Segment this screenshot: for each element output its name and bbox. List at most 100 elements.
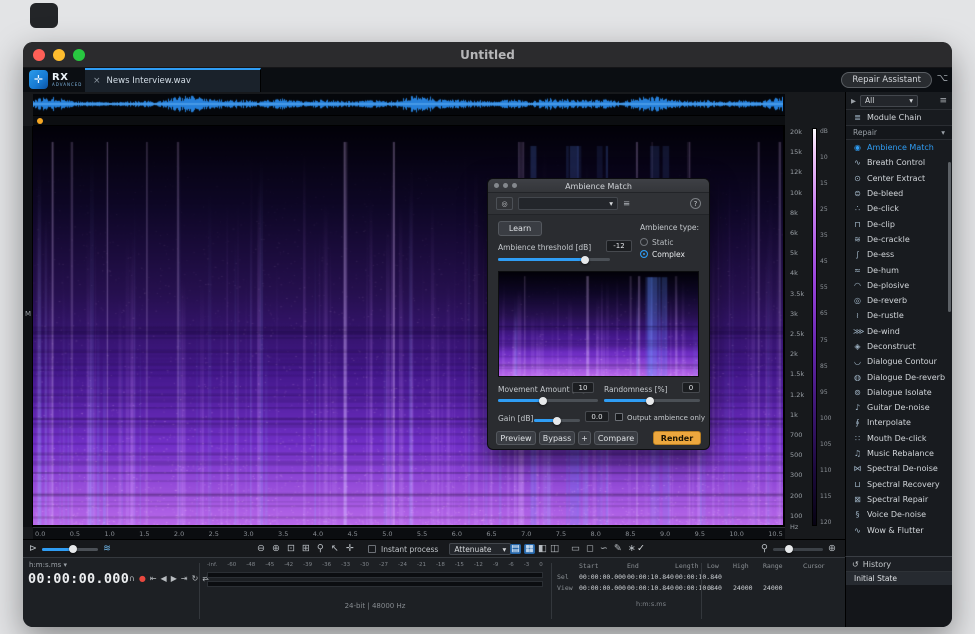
speaker-icon[interactable]: ⊳ <box>29 544 37 554</box>
horizontal-zoom-slider[interactable] <box>773 548 823 551</box>
ambience-type-radio[interactable]: Static <box>640 236 685 248</box>
brush-tool[interactable]: ✎ <box>614 544 622 554</box>
module-item[interactable]: ◍ Dialogue De-reverb <box>846 369 952 384</box>
volume-slider[interactable] <box>42 548 98 551</box>
module-item[interactable]: ♫ Music Rebalance <box>846 446 952 461</box>
gain-slider[interactable] <box>534 419 580 422</box>
randomness-slider-knob[interactable] <box>646 397 654 405</box>
bypass-button[interactable]: Bypass <box>539 431 575 445</box>
radio-icon[interactable] <box>640 250 648 258</box>
marker-bar[interactable] <box>33 116 785 126</box>
hand-tool[interactable]: ✛ <box>346 544 354 554</box>
module-item[interactable]: ⊔ Spectral Recovery <box>846 477 952 492</box>
gain-slider-knob[interactable] <box>553 417 561 425</box>
radio-label[interactable]: Static <box>652 238 673 247</box>
monitor-icon[interactable]: ∩ <box>129 574 135 583</box>
multi-view-toggle[interactable]: ◫ <box>550 544 559 554</box>
module-item[interactable]: ∫ De-ess <box>846 247 952 262</box>
repair-section-header[interactable]: Repair ▾ <box>846 126 952 140</box>
file-tab[interactable]: × News Interview.wav <box>85 68 261 92</box>
threshold-value[interactable]: -12 <box>606 240 632 252</box>
repair-assistant-button[interactable]: Repair Assistant <box>841 72 932 88</box>
module-item[interactable]: ◡ Dialogue Contour <box>846 354 952 369</box>
apply-check-icon[interactable]: ✓ <box>637 544 645 554</box>
learn-button[interactable]: Learn <box>498 221 542 236</box>
module-item[interactable]: ◎ De-reverb <box>846 293 952 308</box>
randomness-value[interactable]: 0 <box>682 382 700 393</box>
module-item[interactable]: ∷ Mouth De-click <box>846 431 952 446</box>
radio-icon[interactable] <box>640 238 648 246</box>
waveform-view-toggle[interactable]: ▤ <box>510 544 521 554</box>
frequency-scale[interactable]: 20k15k12k10k8k6k5k4k3.5k3k2.5k2k1.5k1.2k… <box>788 128 811 520</box>
panel-menu-icon[interactable]: ≡ <box>939 96 947 106</box>
preview-button[interactable]: Preview <box>496 431 536 445</box>
tab-close-icon[interactable]: × <box>93 76 101 86</box>
ambience-type-radio[interactable]: Complex <box>640 248 685 260</box>
add-button[interactable]: + <box>578 431 591 445</box>
module-item[interactable]: ⊠ Spectral Repair <box>846 492 952 507</box>
module-item[interactable]: ♪ Guitar De-noise <box>846 400 952 415</box>
module-item[interactable]: ⋙ De-wind <box>846 324 952 339</box>
zoom-increase-icon[interactable]: ⊕ <box>828 544 836 554</box>
module-list-scrollbar[interactable] <box>948 162 951 312</box>
module-item[interactable]: ≋ De-crackle <box>846 232 952 247</box>
module-item[interactable]: ⊜ De-bleed <box>846 186 952 201</box>
waveform-overview-canvas[interactable] <box>33 94 783 114</box>
module-item[interactable]: ∮ Interpolate <box>846 415 952 430</box>
dialog-titlebar[interactable]: Ambience Match <box>488 179 709 193</box>
playhead-marker[interactable] <box>37 118 43 124</box>
movement-value[interactable]: 10 <box>572 382 594 393</box>
go-to-start-button[interactable]: ⇤ <box>150 574 157 583</box>
module-item[interactable]: ◠ De-plosive <box>846 278 952 293</box>
instant-process-checkbox[interactable] <box>368 545 376 553</box>
zoom-in-button[interactable]: ⊕ <box>272 544 280 554</box>
filter-play-icon[interactable]: ▶ <box>851 97 856 105</box>
time-frequency-selection-tool[interactable]: ◻ <box>586 544 594 554</box>
module-item[interactable]: ⊚ Dialogue Isolate <box>846 385 952 400</box>
threshold-slider-knob[interactable] <box>581 256 589 264</box>
render-button[interactable]: Render <box>653 431 701 445</box>
randomness-slider[interactable] <box>604 399 700 402</box>
history-item[interactable]: Initial State <box>846 572 952 585</box>
module-chain-item[interactable]: ≣ Module Chain <box>846 110 952 126</box>
time-ruler[interactable]: 0.00.51.01.52.02.53.03.54.04.55.05.56.06… <box>33 527 785 539</box>
horizontal-zoom-knob[interactable] <box>785 545 793 553</box>
magnifier-tool[interactable]: ⚲ <box>317 544 324 554</box>
module-item[interactable]: ◈ Deconstruct <box>846 339 952 354</box>
module-item[interactable]: ⊙ Center Extract <box>846 171 952 186</box>
radio-label[interactable]: Complex <box>652 250 685 259</box>
time-format-select[interactable]: h:m:s.ms ▾ <box>29 561 67 569</box>
preset-icon[interactable]: ◎ <box>496 197 513 210</box>
movement-slider[interactable] <box>498 399 598 402</box>
lasso-tool[interactable]: ∽ <box>600 544 608 554</box>
threshold-slider[interactable] <box>498 258 610 261</box>
preset-menu-icon[interactable]: ≡ <box>623 199 630 209</box>
module-item[interactable]: ⊓ De-clip <box>846 216 952 231</box>
record-button[interactable]: ● <box>139 574 146 583</box>
zoom-slider-magnifier-icon[interactable]: ⚲ <box>761 544 768 554</box>
preset-select[interactable]: ▾ <box>518 197 618 210</box>
time-selection-tool[interactable]: ▭ <box>571 544 580 554</box>
spectrogram-blend-icon[interactable]: ≋ <box>103 544 111 554</box>
go-to-end-button[interactable]: ⇥ <box>181 574 188 583</box>
process-mode-select[interactable]: Attenuate ▾ <box>449 543 511 555</box>
pointer-tool[interactable]: ↖ <box>331 544 339 554</box>
module-item[interactable]: ◉ Ambience Match <box>846 140 952 155</box>
wand-tool[interactable]: ∗ <box>628 544 636 554</box>
rewind-button[interactable]: ◀ <box>161 574 167 583</box>
time-display[interactable]: 00:00:00.000 <box>28 571 129 587</box>
signal-flow-icon[interactable]: ⌥ <box>936 73 948 84</box>
module-item[interactable]: ∿ Wow & Flutter <box>846 522 952 537</box>
compare-button[interactable]: Compare <box>594 431 638 445</box>
output-ambience-checkbox[interactable] <box>615 413 623 421</box>
gain-value[interactable]: 0.0 <box>585 411 609 422</box>
play-button[interactable]: ▶ <box>171 574 177 583</box>
module-item[interactable]: ∴ De-click <box>846 201 952 216</box>
output-ambience-label[interactable]: Output ambience only <box>627 414 705 422</box>
zoom-selection-button[interactable]: ⊡ <box>287 544 295 554</box>
spectrogram-view-toggle[interactable]: ▦ <box>524 544 535 554</box>
help-icon[interactable]: ? <box>690 198 701 209</box>
module-item[interactable]: ≈ De-hum <box>846 262 952 277</box>
module-item[interactable]: ⋈ Spectral De-noise <box>846 461 952 476</box>
movement-slider-knob[interactable] <box>539 397 547 405</box>
